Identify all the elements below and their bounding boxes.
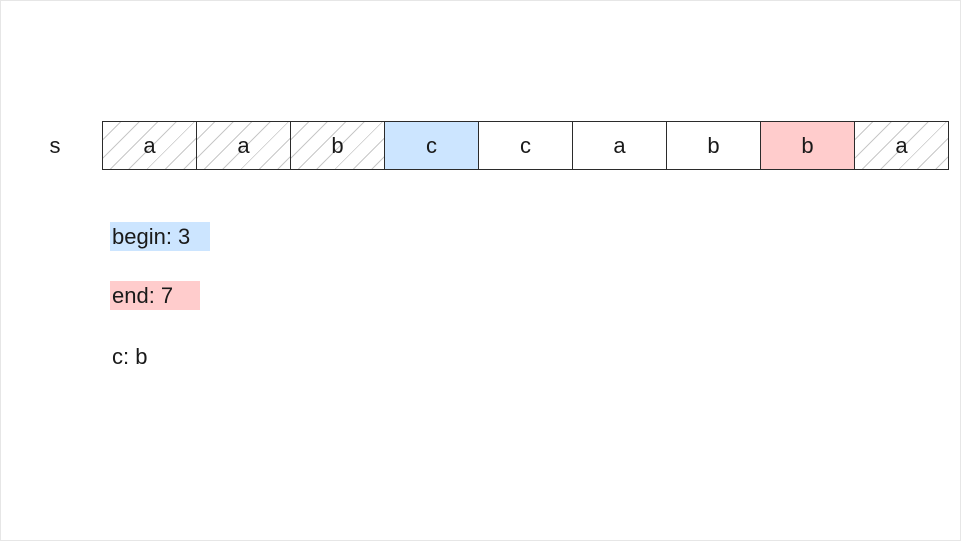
- string-cell: b: [290, 121, 385, 170]
- string-cell: b: [760, 121, 855, 170]
- c-variable: c: b: [112, 344, 148, 369]
- string-cell: c: [384, 121, 479, 170]
- diagram-frame: [0, 0, 961, 541]
- string-cell: a: [196, 121, 291, 170]
- string-cell: a: [102, 121, 197, 170]
- string-label: s: [49, 132, 61, 158]
- string-cell: a: [854, 121, 949, 170]
- end-variable: end: 7: [110, 281, 200, 310]
- string-cell: b: [666, 121, 761, 170]
- begin-variable: begin: 3: [110, 222, 210, 251]
- string-cell: c: [478, 121, 573, 170]
- string-cells: aabccabba: [102, 121, 949, 170]
- string-cell: a: [572, 121, 667, 170]
